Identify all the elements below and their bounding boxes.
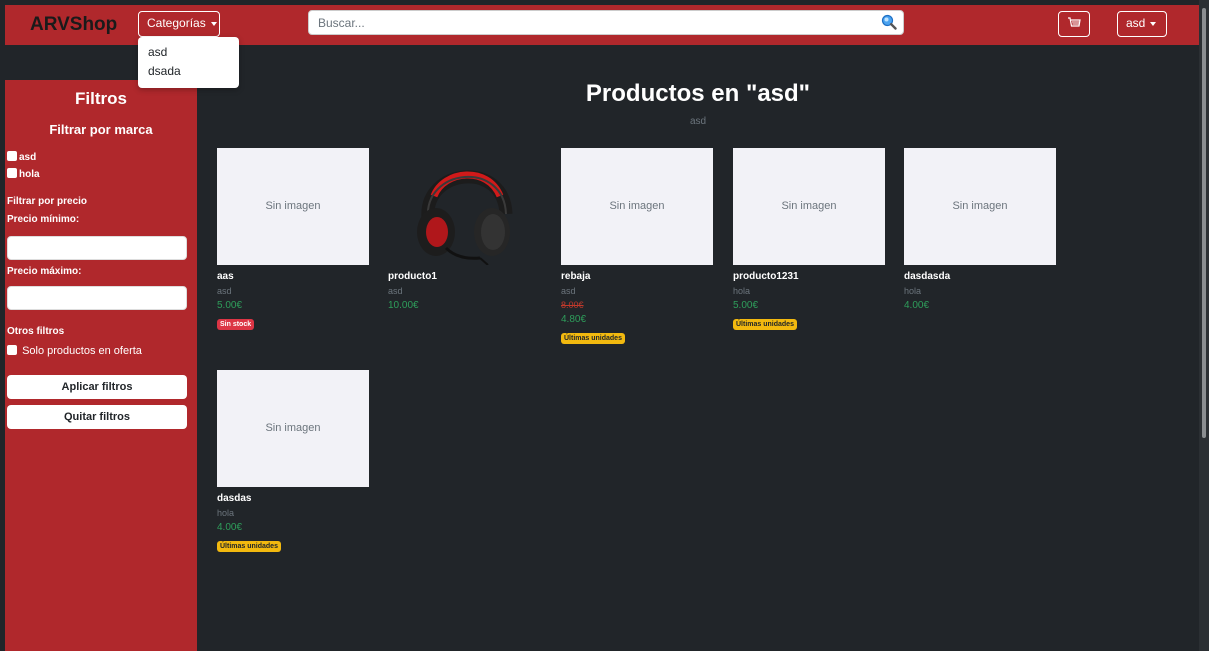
product-image-placeholder[interactable]: Sin imagen bbox=[561, 148, 713, 265]
filters-sidebar: Filtros Filtrar por marca asd hola Filtr… bbox=[5, 80, 197, 651]
product-brand: hola bbox=[904, 286, 922, 296]
checkbox[interactable] bbox=[7, 168, 17, 178]
product-image-placeholder[interactable]: Sin imagen bbox=[217, 370, 369, 487]
product-price: 5.00€ bbox=[217, 300, 243, 311]
brand-checkbox-asd[interactable]: asd bbox=[7, 151, 36, 163]
product-name[interactable]: rebaja bbox=[561, 271, 713, 284]
price-filter-title: Filtrar por precio bbox=[7, 196, 88, 207]
stock-badge: Sin stock bbox=[217, 319, 255, 330]
product-brand: hola bbox=[217, 508, 235, 518]
search-icon[interactable] bbox=[881, 14, 897, 30]
product-card[interactable]: Sin imagen rebaja asd 8.00€ 4.80€ Última… bbox=[561, 148, 713, 345]
scrollbar-thumb[interactable] bbox=[1202, 8, 1206, 438]
product-image[interactable] bbox=[388, 148, 540, 266]
checkbox[interactable] bbox=[7, 151, 17, 161]
chevron-down-icon bbox=[1150, 21, 1157, 26]
cart-icon bbox=[1068, 17, 1081, 27]
product-brand: asd bbox=[217, 286, 232, 296]
product-name[interactable]: aas bbox=[217, 271, 369, 284]
stock-badge: Últimas unidades bbox=[733, 319, 797, 330]
product-card[interactable]: Sin imagen aas asd 5.00€ Sin stock bbox=[217, 148, 369, 331]
brand-label: asd bbox=[19, 152, 37, 163]
categories-dropdown: asd dsada bbox=[138, 37, 239, 88]
app-frame: ARVShop Categorías asd asd dsada bbox=[0, 0, 1209, 651]
product-name[interactable]: dasdasda bbox=[904, 271, 1056, 284]
product-image-placeholder[interactable]: Sin imagen bbox=[217, 148, 369, 265]
product-card[interactable]: Sin imagen dasdas hola 4.00€ Últimas uni… bbox=[217, 370, 369, 553]
offer-label: Solo productos en oferta bbox=[22, 345, 142, 357]
brand-filter-title: Filtrar por marca bbox=[49, 122, 153, 137]
product-card[interactable]: Sin imagen producto1231 hola 5.00€ Últim… bbox=[733, 148, 885, 331]
brand-label: hola bbox=[19, 169, 40, 180]
product-name[interactable]: producto1231 bbox=[733, 271, 885, 284]
categories-label: Categorías bbox=[147, 16, 206, 30]
categories-button[interactable]: Categorías bbox=[138, 11, 220, 37]
min-price-label: Precio mínimo: bbox=[7, 214, 80, 225]
product-name[interactable]: dasdas bbox=[217, 493, 369, 506]
chevron-down-icon bbox=[210, 21, 217, 26]
product-brand: asd bbox=[388, 286, 403, 296]
user-menu-button[interactable]: asd bbox=[1117, 11, 1167, 37]
product-price: 4.00€ bbox=[904, 300, 930, 311]
page-subtitle: asd bbox=[689, 116, 707, 127]
product-card[interactable]: Sin imagen dasdasda hola 4.00€ bbox=[904, 148, 1056, 313]
product-price: 4.00€ bbox=[217, 522, 243, 533]
product-card[interactable]: producto1 asd 10.00€ bbox=[388, 148, 540, 313]
max-price-label: Precio máximo: bbox=[7, 266, 82, 277]
filters-title: Filtros bbox=[75, 89, 127, 108]
stock-badge: Últimas unidades bbox=[561, 333, 625, 344]
max-price-input[interactable] bbox=[7, 286, 187, 310]
min-price-input[interactable] bbox=[7, 236, 187, 260]
product-brand: asd bbox=[561, 286, 576, 296]
scrollbar[interactable] bbox=[1199, 0, 1209, 651]
product-price: 10.00€ bbox=[388, 300, 419, 311]
product-old-price: 8.00€ bbox=[561, 300, 584, 310]
search-input[interactable] bbox=[309, 11, 869, 34]
product-image-placeholder[interactable]: Sin imagen bbox=[904, 148, 1056, 265]
clear-filters-button[interactable]: Quitar filtros bbox=[7, 405, 187, 429]
product-brand: hola bbox=[733, 286, 751, 296]
product-price: 4.80€ bbox=[561, 314, 587, 325]
other-filters-title: Otros filtros bbox=[7, 326, 65, 337]
cart-button[interactable] bbox=[1058, 11, 1090, 37]
stock-badge: Últimas unidades bbox=[217, 541, 281, 552]
apply-filters-button[interactable]: Aplicar filtros bbox=[7, 375, 187, 399]
product-price: 5.00€ bbox=[733, 300, 759, 311]
checkbox[interactable] bbox=[7, 345, 17, 355]
product-image-placeholder[interactable]: Sin imagen bbox=[733, 148, 885, 265]
dropdown-item-asd[interactable]: asd bbox=[138, 43, 239, 62]
offer-only-checkbox[interactable]: Solo productos en oferta bbox=[7, 345, 142, 357]
page-title: Productos en "asd" bbox=[585, 80, 811, 107]
product-name[interactable]: producto1 bbox=[388, 271, 540, 284]
headphones-image bbox=[417, 170, 513, 266]
brand-checkbox-hola[interactable]: hola bbox=[7, 168, 40, 180]
user-label: asd bbox=[1126, 16, 1146, 30]
search-bar bbox=[308, 10, 904, 35]
brand-logo[interactable]: ARVShop bbox=[30, 14, 117, 36]
dropdown-item-dsada[interactable]: dsada bbox=[138, 62, 239, 81]
